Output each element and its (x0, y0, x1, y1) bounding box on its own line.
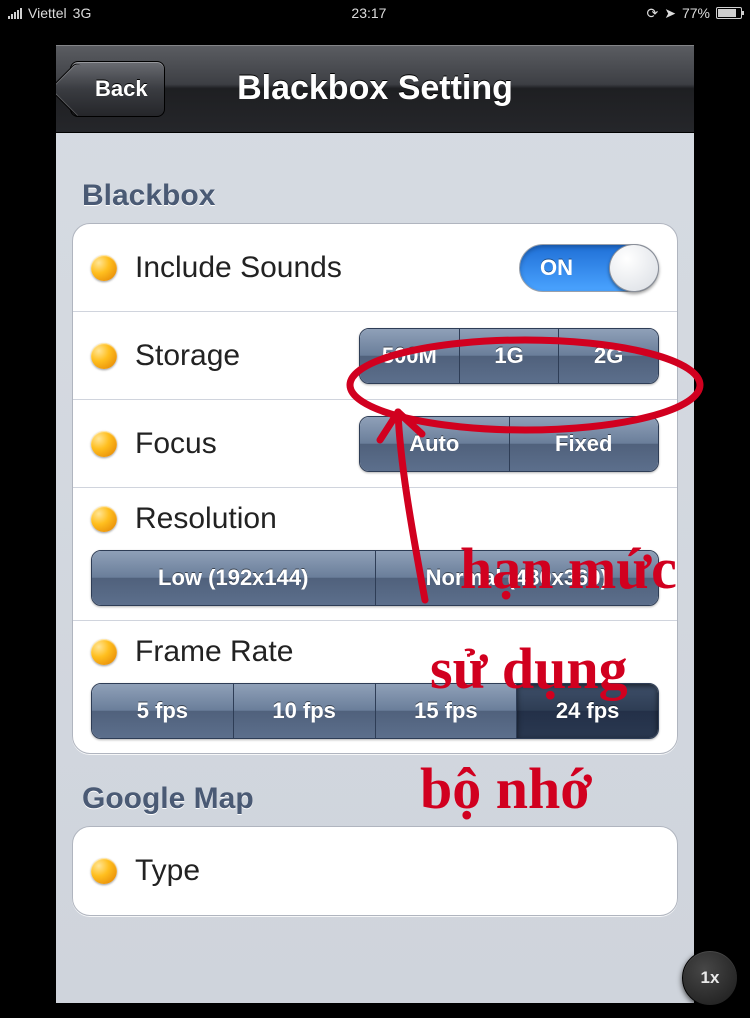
carrier-label: Viettel (28, 5, 67, 21)
bullet-icon (91, 431, 117, 457)
type-label: Type (135, 854, 659, 888)
clock-label: 23:17 (351, 5, 386, 21)
focus-segmented[interactable]: Auto Fixed (359, 416, 659, 472)
battery-percent-label: 77% (682, 5, 710, 21)
focus-option-auto[interactable]: Auto (360, 417, 510, 471)
switch-knob (609, 244, 659, 292)
storage-label: Storage (135, 339, 359, 373)
row-resolution: Resolution Low (192x144) Normal (480x360… (73, 488, 677, 621)
app-viewport: Back Blackbox Setting Blackbox Include S… (55, 44, 695, 1004)
framerate-option-5[interactable]: 5 fps (92, 684, 234, 738)
back-button[interactable]: Back (70, 61, 165, 117)
zoom-indicator-label: 1x (701, 968, 720, 988)
section-header-blackbox: Blackbox (82, 179, 668, 213)
section-header-googlemap: Google Map (82, 782, 668, 816)
row-framerate: Frame Rate 5 fps 10 fps 15 fps 24 fps (73, 621, 677, 753)
focus-option-fixed[interactable]: Fixed (510, 417, 659, 471)
bullet-icon (91, 639, 117, 665)
row-include-sounds: Include Sounds ON (73, 224, 677, 312)
bullet-icon (91, 343, 117, 369)
framerate-segmented[interactable]: 5 fps 10 fps 15 fps 24 fps (91, 683, 659, 739)
page-title: Blackbox Setting (237, 69, 513, 108)
location-icon: ➤ (664, 5, 676, 22)
storage-option-2g[interactable]: 2G (559, 329, 658, 383)
signal-strength-icon (8, 7, 22, 19)
bullet-icon (91, 255, 117, 281)
resolution-segmented[interactable]: Low (192x144) Normal (480x360) (91, 550, 659, 606)
storage-segmented[interactable]: 500M 1G 2G (359, 328, 659, 384)
battery-icon (716, 7, 742, 19)
include-sounds-label: Include Sounds (135, 251, 519, 285)
focus-label: Focus (135, 427, 359, 461)
bullet-icon (91, 506, 117, 532)
network-type-label: 3G (73, 5, 92, 21)
include-sounds-switch[interactable]: ON (519, 244, 659, 292)
zoom-indicator[interactable]: 1x (682, 950, 738, 1006)
resolution-option-normal[interactable]: Normal (480x360) (376, 551, 659, 605)
row-storage: Storage 500M 1G 2G (73, 312, 677, 400)
back-button-label: Back (95, 76, 148, 102)
framerate-label: Frame Rate (135, 635, 659, 669)
storage-option-500m[interactable]: 500M (360, 329, 460, 383)
resolution-label: Resolution (135, 502, 659, 536)
settings-group-blackbox: Include Sounds ON Storage 500M 1G 2G (72, 223, 678, 754)
framerate-option-10[interactable]: 10 fps (234, 684, 376, 738)
framerate-option-24[interactable]: 24 fps (517, 684, 658, 738)
framerate-option-15[interactable]: 15 fps (376, 684, 518, 738)
settings-scroll[interactable]: Blackbox Include Sounds ON Storage 500M … (56, 133, 694, 916)
bullet-icon (91, 858, 117, 884)
row-type[interactable]: Type (73, 827, 677, 915)
device-status-bar: Viettel 3G 23:17 ⟳ ➤ 77% (0, 0, 750, 26)
settings-group-googlemap: Type (72, 826, 678, 916)
resolution-option-low[interactable]: Low (192x144) (92, 551, 376, 605)
storage-option-1g[interactable]: 1G (460, 329, 560, 383)
row-focus: Focus Auto Fixed (73, 400, 677, 488)
switch-on-label: ON (540, 255, 573, 281)
navigation-bar: Back Blackbox Setting (56, 45, 694, 133)
rotation-lock-icon: ⟳ (647, 5, 659, 22)
